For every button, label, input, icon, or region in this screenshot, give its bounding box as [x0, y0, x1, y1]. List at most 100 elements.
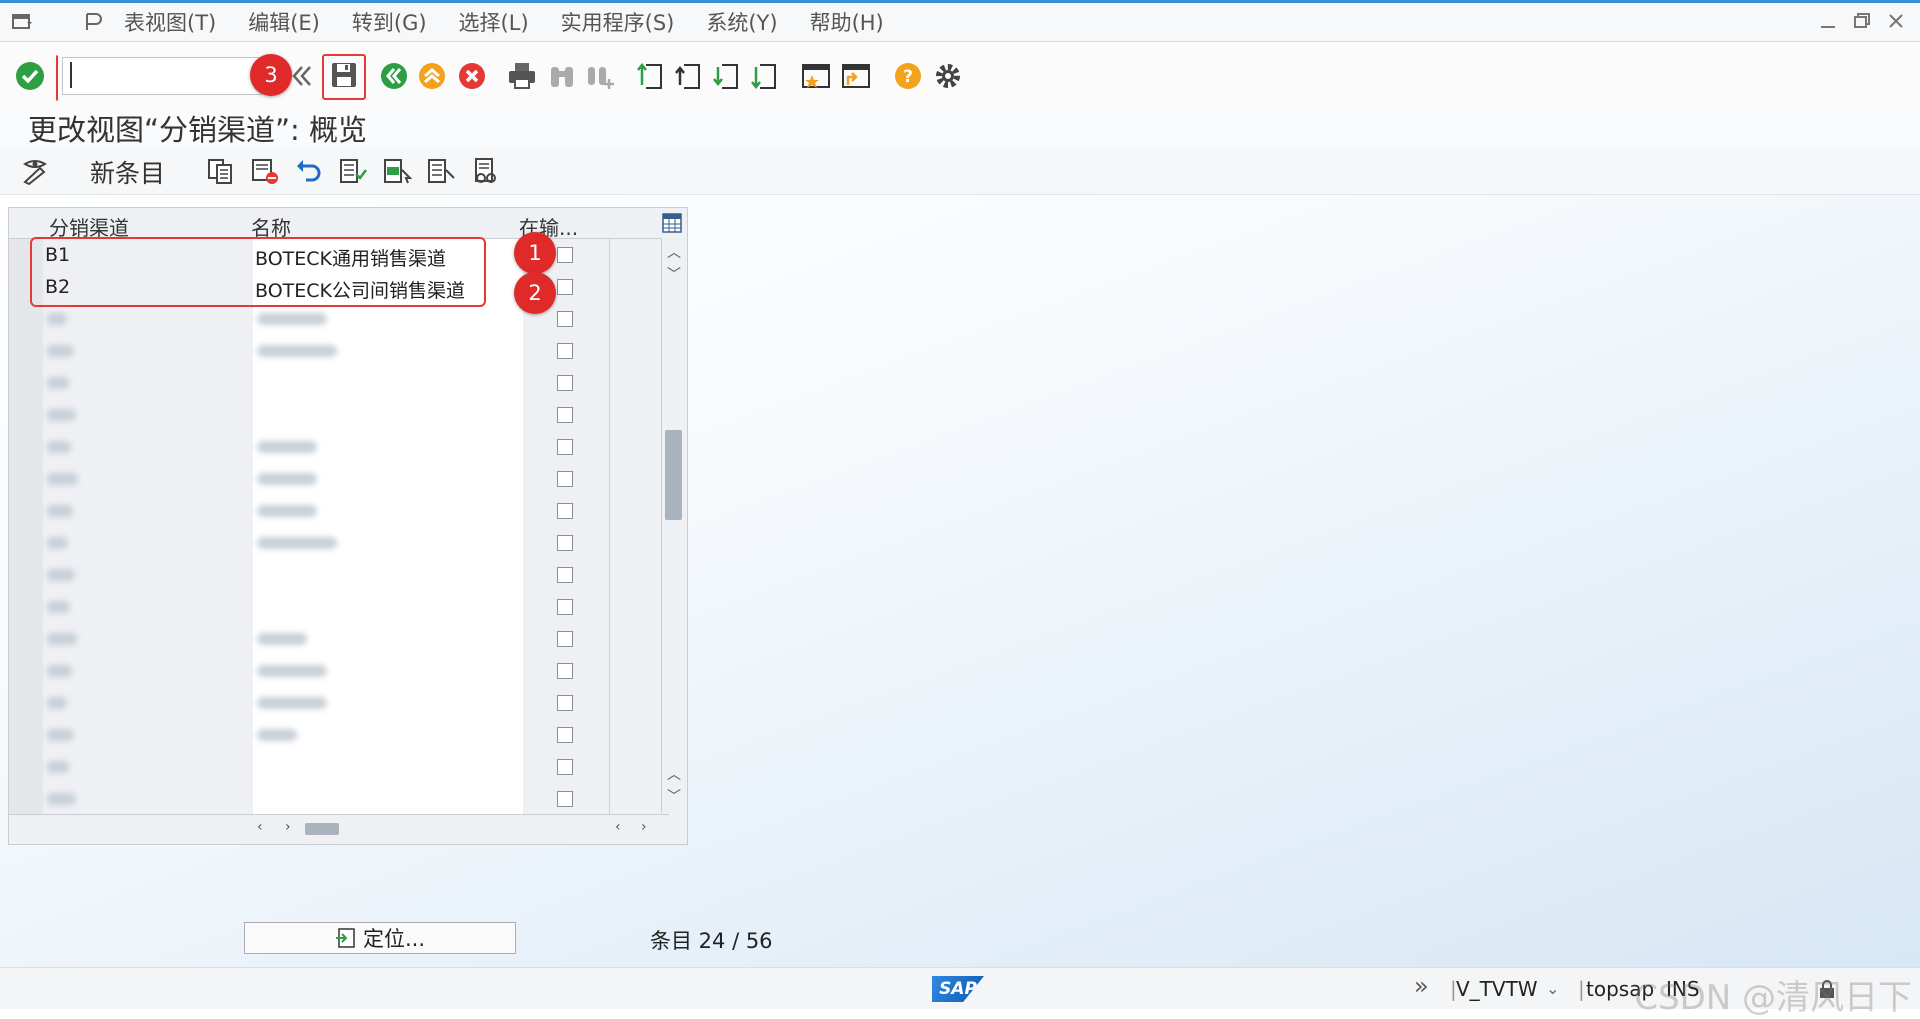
- name-cell[interactable]: [253, 495, 524, 527]
- row-selector[interactable]: [9, 687, 44, 719]
- in-transit-checkbox[interactable]: [557, 695, 573, 711]
- status-expand-icon[interactable]: »: [1414, 972, 1429, 1000]
- row-selector[interactable]: [9, 463, 44, 495]
- name-cell[interactable]: [253, 559, 524, 591]
- table-row-blurred[interactable]: [9, 495, 610, 528]
- menu-item-selection[interactable]: 选择(L): [459, 7, 529, 37]
- horizontal-scrollbar[interactable]: ‹ › ‹ ›: [9, 814, 669, 843]
- name-cell[interactable]: [253, 335, 524, 367]
- menu-icon[interactable]: [12, 12, 34, 32]
- scroll-page-up-icon[interactable]: ︿: [667, 764, 681, 784]
- name-cell[interactable]: [253, 527, 524, 559]
- table-row-blurred[interactable]: [9, 335, 610, 368]
- row-selector[interactable]: [9, 751, 44, 783]
- previous-page-icon[interactable]: [670, 58, 706, 94]
- help-icon[interactable]: ?: [890, 58, 926, 94]
- row-selector[interactable]: [9, 655, 44, 687]
- find-icon[interactable]: [544, 58, 580, 94]
- in-transit-checkbox[interactable]: [557, 567, 573, 583]
- in-transit-checkbox[interactable]: [557, 343, 573, 359]
- name-cell[interactable]: [253, 463, 524, 495]
- vertical-scrollbar[interactable]: ︿ ﹀ ︿ ﹀: [661, 238, 686, 813]
- table-row-blurred[interactable]: [9, 623, 610, 656]
- menu-item-utilities[interactable]: 实用程序(S): [561, 7, 675, 37]
- row-selector[interactable]: [9, 367, 44, 399]
- name-cell[interactable]: [253, 655, 524, 687]
- new-entries-button[interactable]: 新条目: [90, 154, 165, 190]
- print-icon[interactable]: [504, 58, 540, 94]
- next-page-icon[interactable]: [708, 58, 744, 94]
- undo-change-icon[interactable]: [294, 156, 324, 186]
- settings-icon[interactable]: [930, 58, 966, 94]
- row-selector[interactable]: [9, 527, 44, 559]
- in-transit-checkbox[interactable]: [557, 663, 573, 679]
- table-row-blurred[interactable]: [9, 303, 610, 336]
- row-selector[interactable]: [9, 399, 44, 431]
- table-row-blurred[interactable]: [9, 783, 610, 814]
- in-transit-checkbox[interactable]: [557, 375, 573, 391]
- in-transit-checkbox[interactable]: [557, 503, 573, 519]
- scroll-up-icon[interactable]: ︿: [667, 242, 681, 262]
- select-block-icon[interactable]: [382, 156, 412, 186]
- table-row-blurred[interactable]: [9, 463, 610, 496]
- name-cell[interactable]: [253, 303, 524, 335]
- name-cell[interactable]: [253, 591, 524, 623]
- table-row-blurred[interactable]: [9, 399, 610, 432]
- select-all-icon[interactable]: [338, 156, 368, 186]
- name-cell[interactable]: [253, 431, 524, 463]
- in-transit-checkbox[interactable]: [557, 279, 573, 295]
- close-window-icon[interactable]: [1886, 11, 1906, 31]
- row-selector[interactable]: [9, 559, 44, 591]
- row-selector[interactable]: [9, 591, 44, 623]
- vertical-scroll-thumb[interactable]: [665, 430, 682, 520]
- table-row-blurred[interactable]: [9, 591, 610, 624]
- menu-item-table-view[interactable]: 表视图(T): [124, 7, 216, 37]
- menu-item-edit[interactable]: 编辑(E): [248, 7, 320, 37]
- menu-item-goto[interactable]: 转到(G): [352, 7, 427, 37]
- back-icon[interactable]: [376, 58, 412, 94]
- find-next-icon[interactable]: [582, 58, 618, 94]
- table-row-blurred[interactable]: [9, 527, 610, 560]
- table-settings-icon[interactable]: [661, 212, 683, 234]
- table-row-blurred[interactable]: [9, 431, 610, 464]
- menu-item-help[interactable]: 帮助(H): [810, 7, 884, 37]
- exit-icon[interactable]: [414, 58, 450, 94]
- name-cell[interactable]: [253, 687, 524, 719]
- transaction-dropdown-icon[interactable]: ⌄: [1546, 979, 1559, 998]
- in-transit-checkbox[interactable]: [557, 471, 573, 487]
- copy-as-icon[interactable]: [206, 156, 236, 186]
- table-row-blurred[interactable]: [9, 751, 610, 784]
- row-selector[interactable]: [9, 719, 44, 751]
- name-cell[interactable]: [253, 719, 524, 751]
- save-icon[interactable]: [326, 57, 362, 93]
- cancel-icon[interactable]: [454, 58, 490, 94]
- scroll-left-icon[interactable]: ‹: [257, 819, 263, 835]
- in-transit-checkbox[interactable]: [557, 407, 573, 423]
- table-row-blurred[interactable]: [9, 719, 610, 752]
- deselect-all-icon[interactable]: [426, 156, 456, 186]
- enter-check-icon[interactable]: [12, 58, 48, 94]
- last-page-icon[interactable]: [746, 58, 782, 94]
- name-cell[interactable]: [253, 623, 524, 655]
- name-cell[interactable]: [253, 367, 524, 399]
- first-page-icon[interactable]: [632, 58, 668, 94]
- in-transit-checkbox[interactable]: [557, 247, 573, 263]
- scroll-down-icon[interactable]: ﹀: [667, 264, 681, 284]
- scroll-page-down-icon[interactable]: ﹀: [667, 786, 681, 806]
- table-row-blurred[interactable]: [9, 367, 610, 400]
- restore-icon[interactable]: [1852, 11, 1872, 31]
- customize-layout-icon[interactable]: [82, 12, 104, 32]
- table-row-blurred[interactable]: [9, 655, 610, 688]
- name-cell[interactable]: [253, 783, 524, 814]
- create-session-icon[interactable]: [798, 58, 834, 94]
- name-cell[interactable]: [253, 751, 524, 783]
- in-transit-checkbox[interactable]: [557, 439, 573, 455]
- display-change-icon[interactable]: [20, 156, 50, 186]
- row-selector[interactable]: [9, 495, 44, 527]
- position-button[interactable]: 定位...: [244, 922, 516, 954]
- menu-item-system[interactable]: 系统(Y): [706, 7, 777, 37]
- name-cell[interactable]: [253, 399, 524, 431]
- in-transit-checkbox[interactable]: [557, 631, 573, 647]
- in-transit-checkbox[interactable]: [557, 791, 573, 807]
- scroll-left-icon[interactable]: ‹: [615, 819, 621, 835]
